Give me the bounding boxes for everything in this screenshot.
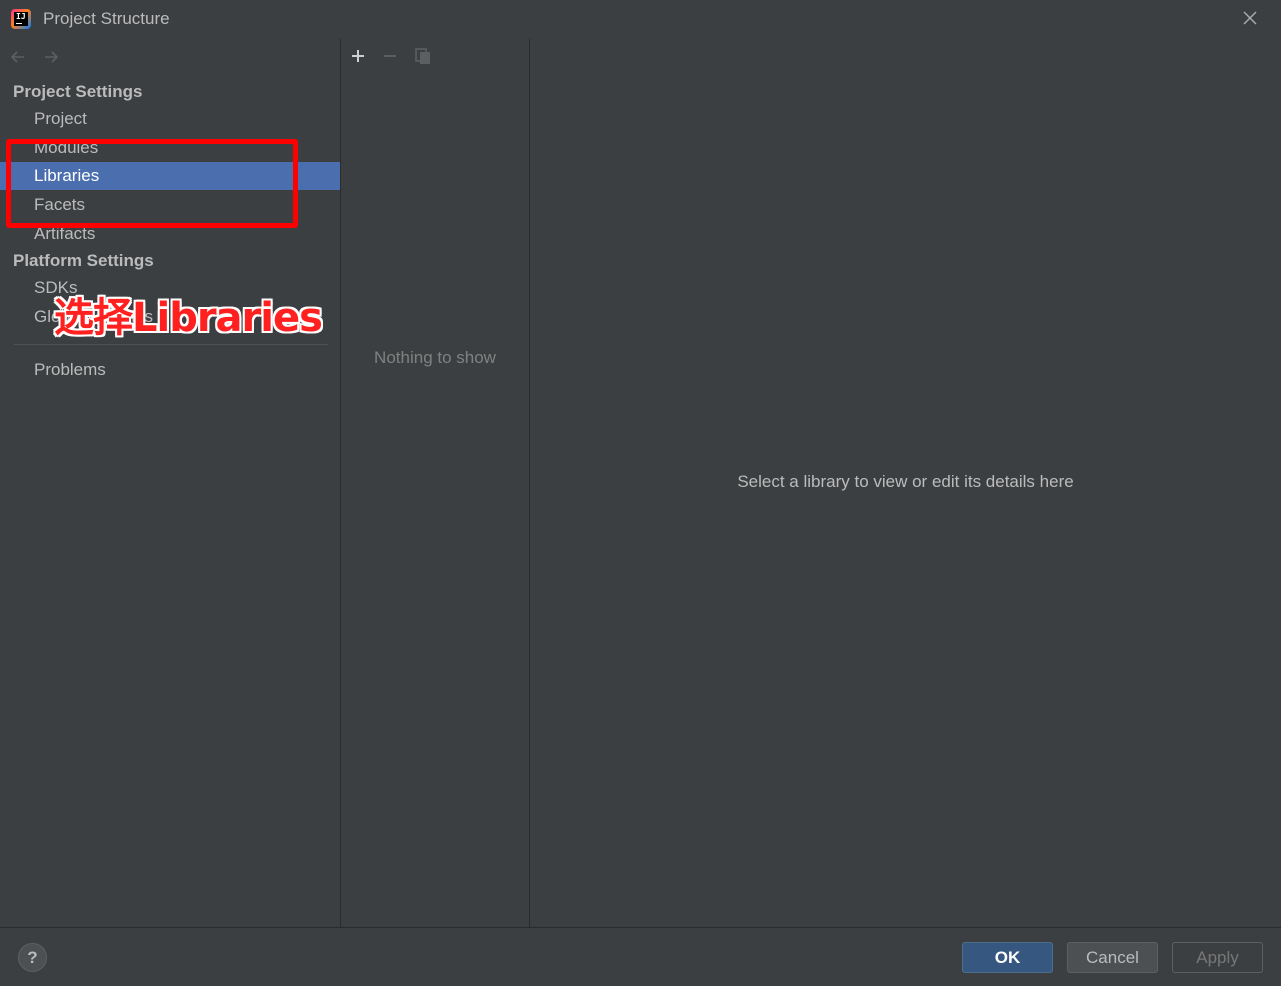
library-list-panel: Nothing to show bbox=[341, 39, 529, 927]
detail-panel: Select a library to view or edit its det… bbox=[530, 39, 1281, 927]
annotation-label: 选择Libraries bbox=[54, 295, 323, 341]
title-bar: IJ Project Structure bbox=[0, 0, 1281, 39]
cancel-button[interactable]: Cancel bbox=[1067, 942, 1158, 973]
sidebar-divider bbox=[14, 344, 328, 345]
back-arrow-icon[interactable] bbox=[8, 47, 28, 67]
annotation-highlight-box bbox=[6, 139, 298, 228]
apply-button[interactable]: Apply bbox=[1172, 942, 1263, 973]
platform-settings-header: Platform Settings bbox=[13, 251, 154, 270]
help-button[interactable]: ? bbox=[18, 943, 47, 972]
ok-button[interactable]: OK bbox=[962, 942, 1053, 973]
add-icon[interactable] bbox=[347, 45, 369, 67]
intellij-logo-icon: IJ bbox=[11, 9, 31, 29]
window-title: Project Structure bbox=[43, 9, 170, 28]
sidebar-item-problems[interactable]: Problems bbox=[0, 356, 340, 384]
empty-list-text: Nothing to show bbox=[374, 348, 496, 367]
close-icon[interactable] bbox=[1240, 8, 1260, 28]
sidebar-item-project[interactable]: Project bbox=[0, 105, 340, 133]
copy-icon[interactable] bbox=[412, 45, 434, 67]
detail-placeholder-text: Select a library to view or edit its det… bbox=[737, 472, 1074, 491]
dialog-footer: ? OK Cancel Apply bbox=[0, 927, 1281, 986]
remove-icon[interactable] bbox=[379, 45, 401, 67]
project-settings-header: Project Settings bbox=[13, 82, 143, 101]
forward-arrow-icon[interactable] bbox=[41, 47, 61, 67]
